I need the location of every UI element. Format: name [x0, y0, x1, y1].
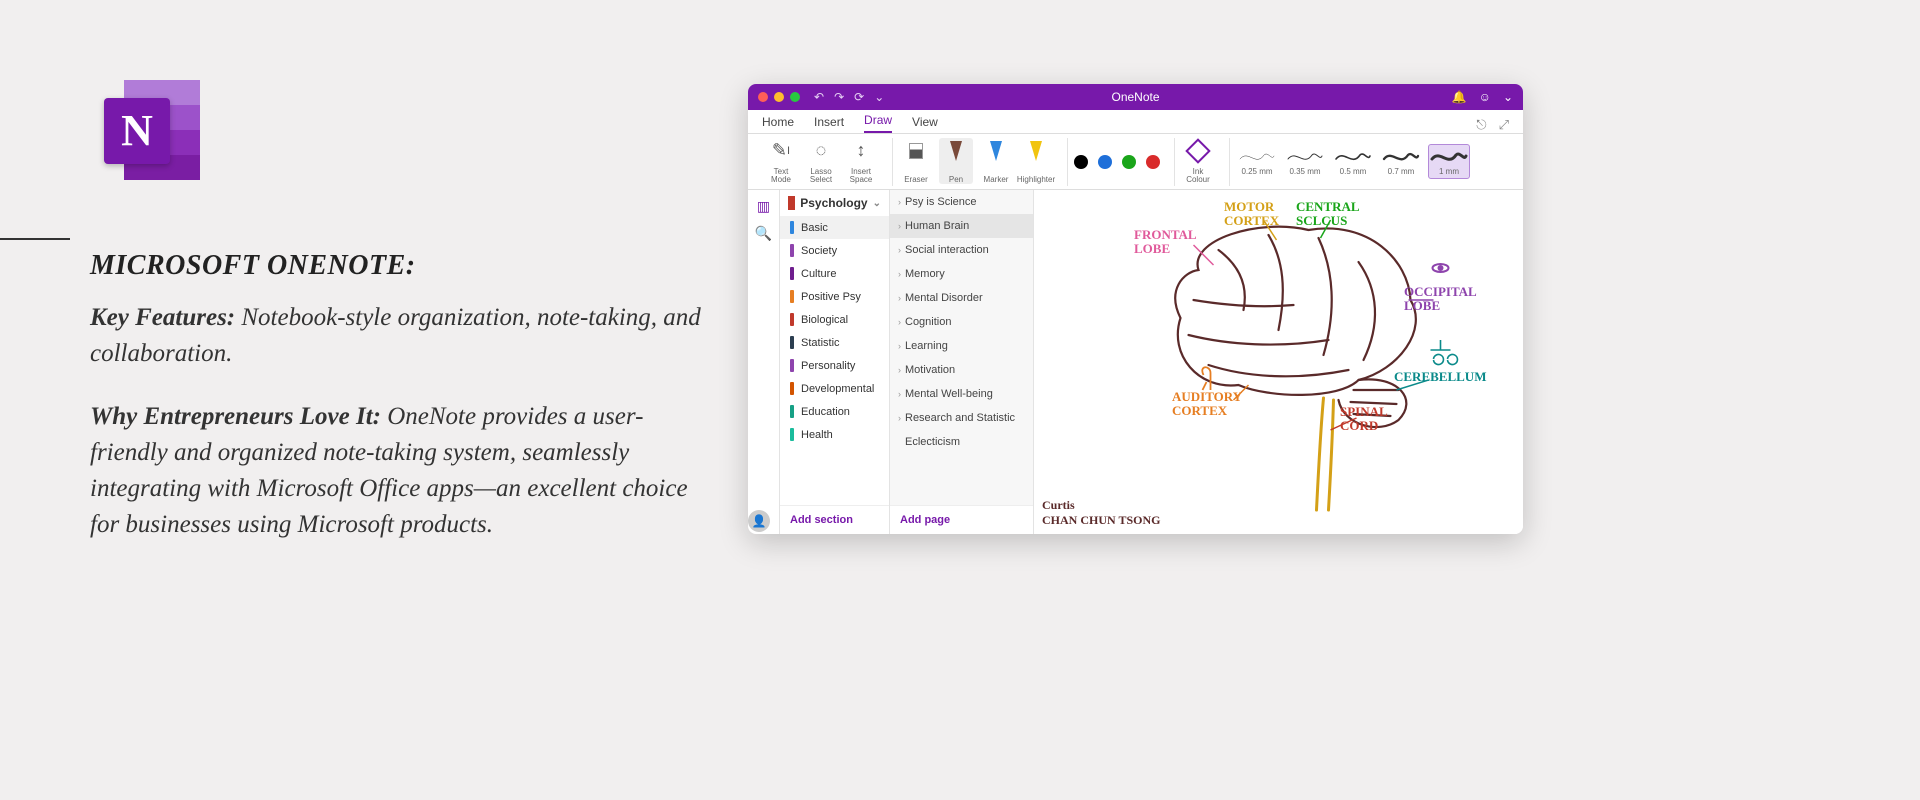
window-close-button[interactable] — [758, 92, 768, 102]
eraser-button[interactable]: Eraser — [899, 138, 933, 184]
section-item[interactable]: Biological — [780, 308, 889, 331]
credit-name2: CHAN CHUN TSONG — [1042, 513, 1160, 528]
ink-colour-swatches — [1074, 155, 1160, 169]
feedback-icon[interactable]: ☺ — [1479, 90, 1491, 104]
user-avatar[interactable]: 👤 — [748, 510, 770, 532]
brain-annotation: FRONTALLOBE — [1134, 228, 1197, 255]
pages-panel: ›Psy is Science›Human Brain›Social inter… — [890, 190, 1034, 534]
marker-button[interactable]: Marker — [979, 138, 1013, 184]
thickness-option[interactable]: 1 mm — [1428, 144, 1470, 179]
brain-annotation: MOTORCORTEX — [1224, 200, 1279, 227]
brain-annotation: SPINALCORD — [1340, 405, 1388, 432]
page-item[interactable]: ›Motivation — [890, 358, 1033, 382]
fullscreen-icon[interactable]: ⤢ — [1499, 117, 1509, 133]
brain-annotation: CENTRALSCLCUS — [1296, 200, 1360, 227]
window-title: OneNote — [1111, 90, 1159, 104]
tab-draw[interactable]: Draw — [864, 113, 892, 133]
redo-icon[interactable]: ↷ — [834, 90, 844, 104]
thickness-option[interactable]: 0.7 mm — [1380, 145, 1422, 178]
add-section-button[interactable]: Add section — [780, 505, 889, 534]
notebook-icon — [788, 196, 795, 210]
left-rail: ▥ 🔍 — [748, 190, 780, 534]
page-item[interactable]: ›Psy is Science — [890, 190, 1033, 214]
text-mode-button[interactable]: ✎I TextMode — [764, 138, 798, 184]
product-heading: MICROSOFT ONENOTE: — [90, 250, 710, 282]
page-item[interactable]: ›Eclecticism — [890, 430, 1033, 454]
page-item[interactable]: ›Cognition — [890, 310, 1033, 334]
pen-thickness-group: 0.25 mm0.35 mm0.5 mm0.7 mm1 mm — [1229, 138, 1476, 186]
sections-panel: Psychology ⌄ BasicSocietyCulturePositive… — [780, 190, 890, 534]
key-features-paragraph: Key Features: Notebook-style organizatio… — [90, 300, 710, 373]
section-item[interactable]: Society — [780, 239, 889, 262]
notebooks-icon[interactable]: ▥ — [757, 198, 770, 215]
thickness-option[interactable]: 0.5 mm — [1332, 145, 1374, 178]
colour-swatch[interactable] — [1074, 155, 1088, 169]
onenote-window: ↶ ↷ ⟳ ⌄ OneNote 🔔 ☺ ⌄ Home Insert Draw View… — [748, 84, 1523, 534]
pen-button[interactable]: Pen — [939, 138, 973, 184]
tab-insert[interactable]: Insert — [814, 115, 844, 133]
canvas-credit: Curtis CHAN CHUN TSONG — [1042, 498, 1160, 528]
page-item[interactable]: ›Learning — [890, 334, 1033, 358]
divider-line — [0, 238, 70, 240]
tab-view[interactable]: View — [912, 115, 938, 133]
section-item[interactable]: Positive Psy — [780, 285, 889, 308]
notebook-name: Psychology — [800, 196, 867, 210]
thickness-option[interactable]: 0.25 mm — [1236, 145, 1278, 178]
colour-swatch[interactable] — [1146, 155, 1160, 169]
insert-space-button[interactable]: ↕InsertSpace — [844, 138, 878, 184]
section-item[interactable]: Developmental — [780, 377, 889, 400]
window-maximize-button[interactable] — [790, 92, 800, 102]
section-item[interactable]: Basic — [780, 216, 889, 239]
section-item[interactable]: Health — [780, 423, 889, 446]
credit-name1: Curtis — [1042, 498, 1160, 513]
share-icon[interactable]: ⎋ — [1476, 117, 1486, 133]
why-love-paragraph: Why Entrepreneurs Love It: OneNote provi… — [90, 399, 710, 544]
ribbon: ✎I TextMode ◌LassoSelect ↕InsertSpace Er… — [748, 134, 1523, 190]
onenote-logo-letter: N — [104, 98, 170, 164]
key-features-label: Key Features: — [90, 304, 235, 331]
undo-icon[interactable]: ↶ — [814, 90, 824, 104]
section-item[interactable]: Education — [780, 400, 889, 423]
page-item[interactable]: ›Human Brain — [890, 214, 1033, 238]
brain-annotation: AUDITORYCORTEX — [1172, 390, 1242, 417]
lasso-select-button[interactable]: ◌LassoSelect — [804, 138, 838, 184]
highlighter-button[interactable]: Highlighter — [1019, 138, 1053, 184]
account-chevron-icon[interactable]: ⌄ — [1503, 90, 1513, 104]
chevron-down-icon: ⌄ — [873, 198, 881, 209]
colour-swatch[interactable] — [1122, 155, 1136, 169]
tab-home[interactable]: Home — [762, 115, 794, 133]
note-canvas[interactable]: MOTORCORTEX CENTRALSCLCUS FRONTALLOBE OCCIP… — [1034, 190, 1523, 534]
page-item[interactable]: ›Research and Statistic — [890, 406, 1033, 430]
sync-icon[interactable]: ⟳ — [854, 90, 864, 104]
page-item[interactable]: ›Memory — [890, 262, 1033, 286]
colour-swatch[interactable] — [1098, 155, 1112, 169]
section-item[interactable]: Statistic — [780, 331, 889, 354]
ribbon-tabs: Home Insert Draw View ⎋ ⤢ — [748, 110, 1523, 134]
notebook-selector[interactable]: Psychology ⌄ — [780, 190, 889, 216]
onenote-logo: N — [90, 80, 210, 190]
ink-colour-button[interactable]: InkColour — [1181, 138, 1215, 184]
titlebar: ↶ ↷ ⟳ ⌄ OneNote 🔔 ☺ ⌄ — [748, 84, 1523, 110]
window-minimize-button[interactable] — [774, 92, 784, 102]
section-item[interactable]: Culture — [780, 262, 889, 285]
brain-annotation: CEREBELLUM — [1394, 370, 1486, 384]
search-icon[interactable]: 🔍 — [755, 225, 772, 242]
page-item[interactable]: ›Mental Well-being — [890, 382, 1033, 406]
add-page-button[interactable]: Add page — [890, 505, 1033, 534]
brain-annotation: OCCIPITALLOBE — [1404, 285, 1477, 312]
page-item[interactable]: ›Mental Disorder — [890, 286, 1033, 310]
titlebar-more-icon[interactable]: ⌄ — [874, 90, 884, 104]
brain-drawing — [1034, 190, 1523, 534]
notifications-icon[interactable]: 🔔 — [1452, 90, 1467, 104]
page-item[interactable]: ›Social interaction — [890, 238, 1033, 262]
why-love-label: Why Entrepreneurs Love It: — [90, 403, 381, 430]
thickness-option[interactable]: 0.35 mm — [1284, 145, 1326, 178]
section-item[interactable]: Personality — [780, 354, 889, 377]
